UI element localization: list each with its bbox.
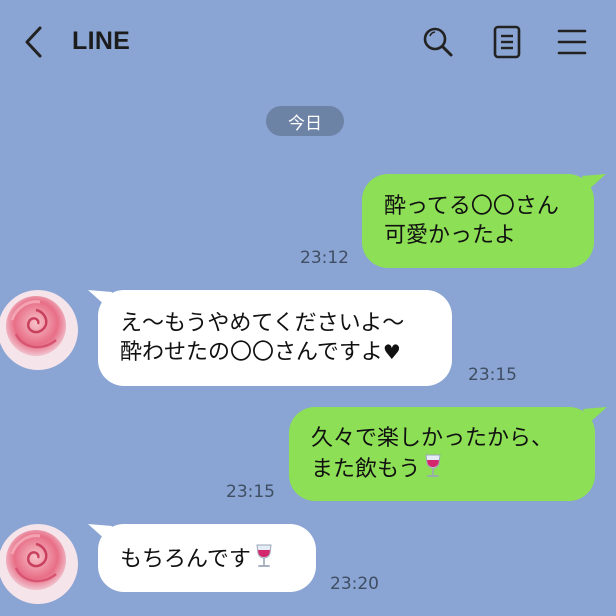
message-text-line: 久々で楽しかったから、 <box>311 426 554 451</box>
message-text-line: 酔ってる〇〇さん <box>384 194 559 219</box>
menu-icon[interactable] <box>552 22 592 62</box>
message-text-line: また飲もう <box>311 453 573 484</box>
back-arrow-icon[interactable] <box>20 22 48 62</box>
bubble-tail <box>582 174 606 192</box>
message-text-line: 酔わせたの〇〇さんですよ♥ <box>120 340 401 365</box>
message-text-line: 可愛かったよ <box>384 223 517 248</box>
outgoing-message-bubble[interactable]: 酔ってる〇〇さん 可愛かったよ <box>362 174 594 268</box>
chat-header: LINE <box>0 0 616 84</box>
outgoing-message-bubble[interactable]: 久々で楽しかったから、 また飲もう <box>289 407 595 501</box>
avatar[interactable] <box>0 290 78 370</box>
bubble-tail <box>88 290 112 308</box>
search-icon[interactable] <box>418 22 458 62</box>
message-text-line: え〜もうやめてくださいよ〜 <box>120 311 405 336</box>
incoming-message-bubble[interactable]: え〜もうやめてくださいよ〜 酔わせたの〇〇さんですよ♥ <box>98 290 452 386</box>
wine-glass-icon <box>425 454 441 477</box>
heart-icon: ♥ <box>382 340 401 364</box>
notes-icon[interactable] <box>487 22 527 62</box>
bubble-tail <box>88 524 112 542</box>
wine-glass-icon <box>256 544 272 567</box>
bubble-tail <box>583 407 607 425</box>
date-separator: 今日 <box>266 106 344 136</box>
message-text-line: もちろんです <box>120 543 294 574</box>
avatar[interactable] <box>0 524 78 604</box>
chat-title: LINE <box>72 27 131 55</box>
message-timestamp: 23:15 <box>226 482 275 502</box>
message-timestamp: 23:20 <box>330 574 379 594</box>
message-timestamp: 23:12 <box>300 248 349 268</box>
message-timestamp: 23:15 <box>468 365 517 385</box>
incoming-message-bubble[interactable]: もちろんです <box>98 524 316 592</box>
